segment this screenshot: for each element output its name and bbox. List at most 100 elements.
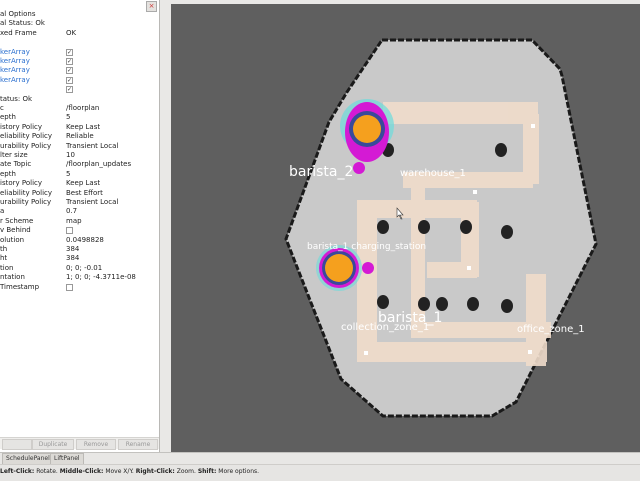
panel-button-bar: Duplicate Remove Rename [0, 437, 159, 450]
property-key: urability Policy [0, 198, 52, 206]
property-row[interactable]: urability Policy Transient Local [0, 198, 159, 207]
property-key: r Scheme [0, 216, 34, 225]
property-checkbox[interactable]: ✓ [66, 86, 73, 94]
property-row[interactable] [0, 38, 159, 47]
property-value: 1; 0; 0; -4.3711e-08 [66, 273, 136, 282]
property-key: th [0, 245, 8, 253]
status-left-click: Left-Click: [0, 468, 35, 475]
property-checkbox[interactable]: ✓ [66, 58, 73, 65]
property-key: epth [0, 169, 16, 178]
property-row[interactable]: epth 5 [0, 113, 159, 122]
property-row[interactable]: urability Policy Transient Local [0, 142, 159, 151]
status-text-4: More options. [216, 468, 260, 475]
property-value: 10 [66, 151, 75, 159]
status-middle-click: Middle-Click: [59, 468, 104, 475]
property-checkbox[interactable]: ✓ [66, 67, 73, 75]
status-shift: Shift: [197, 468, 217, 475]
remove-button[interactable]: Remove [76, 439, 116, 450]
property-key: ntation [0, 273, 25, 282]
property-row[interactable]: istory Policy Keep Last [0, 123, 159, 132]
property-value: Best Effort [66, 188, 103, 197]
property-key: Timestamp [0, 282, 40, 291]
property-row[interactable]: eliability Policy Best Effort [0, 189, 159, 198]
label-barista-2: barista_2 [289, 164, 353, 180]
property-row[interactable]: r Scheme map [0, 217, 159, 226]
property-row[interactable]: a 0.7 [0, 207, 159, 216]
property-checkbox[interactable]: ✓ [66, 76, 73, 84]
status-bar: Left-Click: Rotate. Middle-Click: Move X… [0, 464, 640, 481]
status-text-1: Rotate. [34, 468, 60, 475]
property-key: istory Policy [0, 179, 42, 188]
label-office-zone: office_zone_1 [517, 324, 585, 335]
status-text-2: Move X/Y. [103, 468, 136, 475]
property-row[interactable]: v Behind [0, 226, 159, 235]
property-key: ate Topic [0, 160, 32, 169]
property-row[interactable]: tatus: Ok [0, 95, 159, 104]
property-row[interactable]: ate Topic/floorplan_updates [0, 160, 159, 169]
property-key: olution [0, 235, 25, 244]
add-button[interactable] [2, 439, 32, 450]
property-key: c [0, 104, 4, 112]
property-key: urability Policy [0, 141, 52, 150]
property-checkbox[interactable]: ✓ [66, 48, 73, 56]
rename-button[interactable]: Rename [118, 439, 158, 450]
property-value: OK [66, 28, 77, 37]
property-row[interactable]: Timestamp [0, 283, 159, 292]
map-viewport[interactable]: barista_2 warehouse_1 barista_1 charging… [171, 4, 640, 460]
property-value: 384 [66, 254, 80, 263]
label-collection-zone: collection_zone_1 [341, 322, 429, 333]
property-row[interactable]: al Status: Ok [0, 19, 159, 28]
panel-tabs: SchedulePanel LiftPanel [0, 452, 640, 465]
property-key: a [0, 207, 5, 216]
property-row[interactable]: kerArray ✓ [0, 48, 159, 57]
property-row[interactable]: ht 384 [0, 254, 159, 263]
property-key: epth [0, 113, 16, 122]
property-key: kerArray [0, 47, 30, 56]
map-canvas[interactable]: barista_2 warehouse_1 barista_1 charging… [171, 4, 640, 460]
property-key: xed Frame [0, 28, 37, 37]
property-row[interactable]: kerArray ✓ [0, 57, 159, 66]
property-row[interactable]: c/floorplan [0, 104, 159, 113]
property-key: kerArray [0, 57, 30, 65]
label-warehouse: warehouse_1 [400, 168, 466, 179]
property-row[interactable]: xed Frame OK [0, 29, 159, 38]
property-row[interactable]: ✓ [0, 85, 159, 94]
property-value: 5 [66, 113, 71, 122]
property-row[interactable]: ntation 1; 0; 0; -4.3711e-08 [0, 273, 159, 282]
property-value: Transient Local [66, 198, 119, 206]
property-value: 0.7 [66, 207, 78, 216]
property-key: ht [0, 254, 8, 263]
property-key: eliability Policy [0, 188, 53, 197]
property-checkbox[interactable] [66, 227, 73, 235]
property-value: 0; 0; -0.01 [66, 263, 103, 272]
properties-panel: × al Options al Status: Ok xed Frame OK kerA… [0, 0, 160, 452]
property-key: eliability Policy [0, 132, 53, 141]
duplicate-button[interactable]: Duplicate [32, 439, 74, 450]
property-key: tion [0, 263, 14, 272]
status-text-3: Zoom. [174, 468, 198, 475]
property-value: /floorplan_updates [66, 160, 132, 169]
property-row[interactable]: th 384 [0, 245, 159, 254]
property-value: 0.0498828 [66, 235, 104, 244]
property-row[interactable]: kerArray ✓ [0, 76, 159, 85]
property-value: map [66, 216, 82, 225]
property-key: tatus: Ok [0, 94, 33, 103]
property-row[interactable]: epth 5 [0, 170, 159, 179]
property-row[interactable]: olution 0.0498828 [0, 236, 159, 245]
property-key: v Behind [0, 226, 31, 235]
property-key: kerArray [0, 75, 30, 84]
property-value: 5 [66, 169, 71, 178]
property-row[interactable]: al Options [0, 10, 159, 19]
property-row[interactable]: lter size 10 [0, 151, 159, 160]
property-value: Keep Last [66, 122, 101, 131]
property-value: Keep Last [66, 179, 101, 188]
property-row[interactable]: eliability Policy Reliable [0, 132, 159, 141]
property-value: Reliable [66, 132, 94, 141]
property-row[interactable]: istory Policy Keep Last [0, 179, 159, 188]
label-charging-station: barista_1 charging_station [307, 242, 426, 252]
property-key: lter size [0, 151, 28, 159]
property-row[interactable]: kerArray ✓ [0, 66, 159, 75]
property-checkbox[interactable] [66, 283, 73, 291]
property-row[interactable]: tion 0; 0; -0.01 [0, 264, 159, 273]
property-key: kerArray [0, 66, 30, 75]
